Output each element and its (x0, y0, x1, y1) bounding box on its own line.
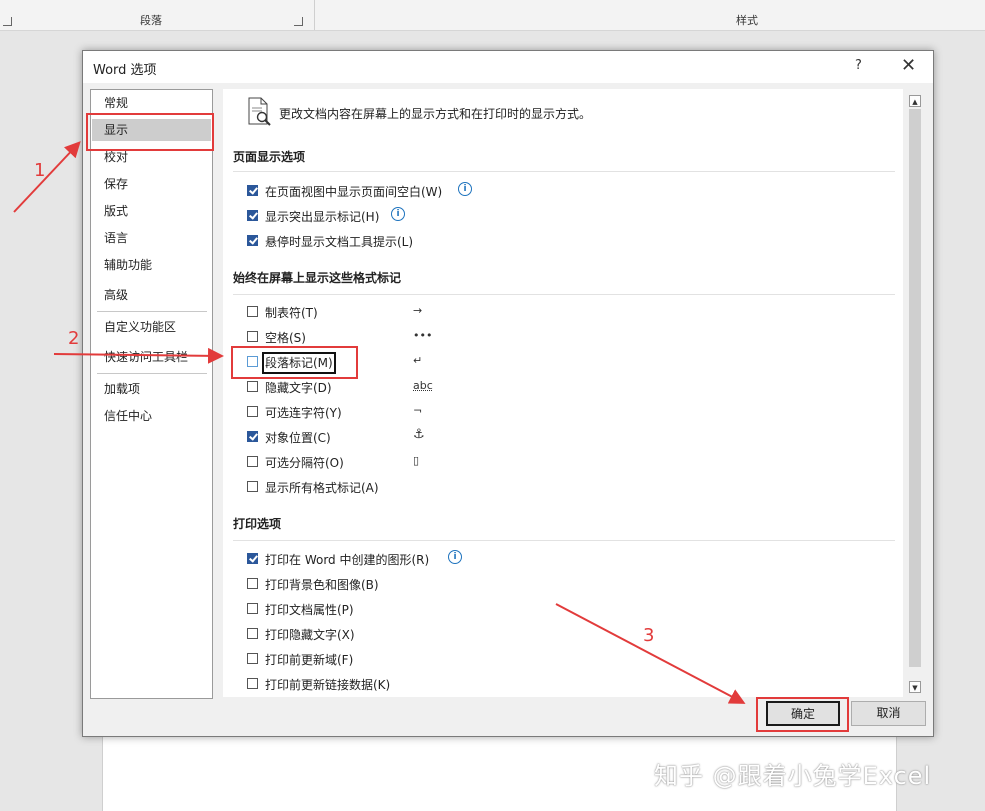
checkbox-print-properties[interactable] (247, 603, 258, 614)
checkbox-hidden-text[interactable] (247, 381, 258, 392)
info-icon[interactable]: i (458, 182, 472, 196)
checkbox-spaces[interactable] (247, 331, 258, 342)
section-divider (233, 171, 895, 172)
space-dots-icon: ••• (413, 329, 433, 342)
checkbox-print-background[interactable] (247, 578, 258, 589)
section-title-print: 打印选项 (233, 517, 282, 531)
watermark: 知乎 @跟着小兔学Excel (654, 762, 932, 790)
checkbox-tab-characters[interactable] (247, 306, 258, 317)
hidden-text-icon: abc (413, 379, 433, 392)
word-options-dialog: Word 选项 ? ✕ 常规 显示 校对 保存 版式 语言 辅助功能 高级 自定… (82, 50, 934, 737)
dialog-titlebar: Word 选项 ? ✕ (83, 51, 933, 83)
option-label: 对象位置(C) (265, 431, 331, 445)
section-title-format-marks: 始终在屏幕上显示这些格式标记 (233, 271, 402, 285)
nav-item-language[interactable]: 语言 (92, 227, 211, 249)
checkbox-object-anchors[interactable] (247, 431, 258, 442)
dialog-launcher-icon[interactable] (3, 17, 12, 26)
ribbon-group-styles: 样式 (736, 14, 758, 27)
ribbon-divider (314, 0, 315, 30)
info-icon[interactable]: i (448, 550, 462, 564)
scroll-down-icon[interactable]: ▼ (909, 681, 921, 693)
nav-divider (97, 311, 207, 312)
scroll-up-icon[interactable]: ▲ (909, 95, 921, 107)
hyphen-icon: ¬ (413, 404, 423, 417)
nav-item-addins[interactable]: 加载项 (92, 378, 211, 400)
content-scrollbar[interactable]: ▲ ▼ (908, 93, 922, 697)
arrow-1 (13, 141, 81, 213)
nav-item-advanced[interactable]: 高级 (92, 284, 211, 306)
option-label: 悬停时显示文档工具提示(L) (265, 235, 414, 249)
option-label: 打印在 Word 中创建的图形(R) (265, 553, 430, 567)
section-divider (233, 294, 895, 295)
checkbox-update-links[interactable] (247, 678, 258, 689)
display-settings-icon (248, 97, 271, 126)
checkbox-show-tooltips[interactable] (247, 235, 258, 246)
nav-divider (97, 373, 207, 374)
paragraph-mark-icon: ↵ (413, 354, 423, 367)
section-divider (233, 540, 895, 541)
ribbon-strip: 段落 样式 (0, 0, 985, 31)
anchor-icon: ⚓ (413, 427, 425, 442)
option-label: 打印前更新域(F) (265, 653, 354, 667)
option-label: 在页面视图中显示页面间空白(W) (265, 185, 443, 199)
option-label: 空格(S) (265, 331, 306, 345)
option-label: 打印前更新链接数据(K) (265, 678, 391, 692)
checkbox-optional-hyphens[interactable] (247, 406, 258, 417)
nav-item-customize-ribbon[interactable]: 自定义功能区 (92, 316, 211, 338)
help-button[interactable]: ? (855, 58, 862, 73)
optional-break-icon: ▯ (413, 454, 420, 467)
paragraph-launcher-icon[interactable] (294, 17, 303, 26)
options-nav: 常规 显示 校对 保存 版式 语言 辅助功能 高级 自定义功能区 快速访问工具栏… (90, 89, 213, 699)
annotation-number-1: 1 (34, 160, 46, 181)
scrollbar-thumb[interactable] (909, 109, 921, 667)
ribbon-group-paragraph: 段落 (140, 14, 162, 27)
checkbox-show-all-marks[interactable] (247, 481, 258, 492)
checkbox-show-whitespace[interactable] (247, 185, 258, 196)
nav-item-accessibility[interactable]: 辅助功能 (92, 254, 211, 276)
option-label: 可选分隔符(O) (265, 456, 344, 470)
checkbox-update-fields[interactable] (247, 653, 258, 664)
option-label: 显示突出显示标记(H) (265, 210, 380, 224)
nav-item-trust-center[interactable]: 信任中心 (92, 405, 211, 427)
close-button[interactable]: ✕ (901, 55, 916, 76)
checkbox-optional-breaks[interactable] (247, 456, 258, 467)
nav-item-general[interactable]: 常规 (92, 92, 211, 114)
checkbox-show-highlighter[interactable] (247, 210, 258, 221)
nav-item-layout[interactable]: 版式 (92, 200, 211, 222)
options-content: 更改文档内容在屏幕上的显示方式和在打印时的显示方式。 页面显示选项 在页面视图中… (223, 89, 903, 697)
option-label: 打印隐藏文字(X) (265, 628, 355, 642)
highlight-box-display (86, 113, 214, 151)
dialog-title: Word 选项 (93, 63, 157, 78)
section-title-page-display: 页面显示选项 (233, 150, 306, 164)
highlight-box-ok (756, 697, 849, 732)
cancel-button[interactable]: 取消 (851, 701, 926, 726)
option-label: 制表符(T) (265, 306, 318, 320)
option-label: 可选连字符(Y) (265, 406, 342, 420)
tab-arrow-icon: → (413, 304, 423, 317)
option-label: 打印文档属性(P) (265, 603, 354, 617)
annotation-number-2: 2 (68, 328, 80, 349)
option-label: 隐藏文字(D) (265, 381, 332, 395)
focus-box-paragraph-marks (262, 352, 336, 374)
display-description: 更改文档内容在屏幕上的显示方式和在打印时的显示方式。 (279, 107, 592, 121)
checkbox-print-hidden-text[interactable] (247, 628, 258, 639)
option-label: 显示所有格式标记(A) (265, 481, 379, 495)
info-icon[interactable]: i (391, 207, 405, 221)
nav-item-save[interactable]: 保存 (92, 173, 211, 195)
nav-item-quick-access-toolbar[interactable]: 快速访问工具栏 (92, 346, 211, 368)
annotation-number-3: 3 (643, 625, 655, 646)
checkbox-print-drawings[interactable] (247, 553, 258, 564)
option-label: 打印背景色和图像(B) (265, 578, 379, 592)
